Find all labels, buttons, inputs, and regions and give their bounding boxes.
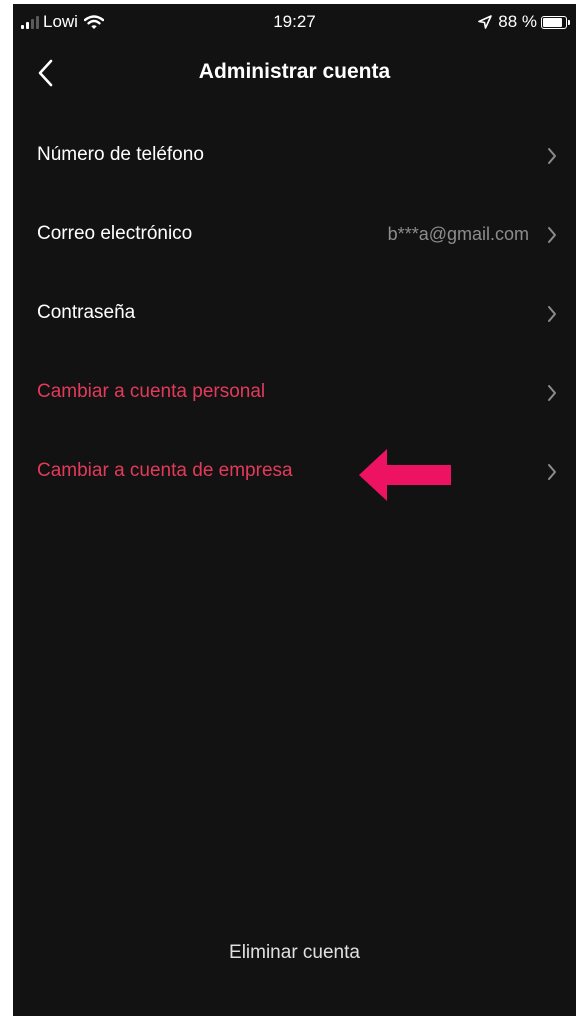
- row-phone-number[interactable]: Número de teléfono: [13, 128, 576, 184]
- chevron-right-icon: [548, 148, 556, 164]
- delete-account-button[interactable]: Eliminar cuenta: [13, 942, 576, 964]
- chevron-right-icon: [548, 227, 556, 243]
- location-icon: [478, 15, 493, 29]
- email-value: b***a@gmail.com: [387, 224, 529, 244]
- battery-level: [543, 17, 563, 27]
- row-label: Cambiar a cuenta de empresa: [37, 460, 293, 481]
- row-label: Número de teléfono: [37, 144, 204, 165]
- chevron-right-icon: [548, 464, 556, 480]
- phone-screen: Lowi 19:27 88 % Administrar cuenta Númer…: [13, 4, 576, 1016]
- row-label: Correo electrónico: [37, 223, 193, 244]
- chevron-right-icon: [548, 385, 556, 401]
- arrow-left-icon: [359, 449, 451, 501]
- page-title: Administrar cuenta: [198, 60, 391, 83]
- battery-percentage: 88 %: [498, 12, 537, 31]
- status-bar: Lowi 19:27 88 %: [13, 4, 576, 38]
- row-switch-personal-account[interactable]: Cambiar a cuenta personal: [13, 365, 576, 421]
- row-email[interactable]: Correo electrónico b***a@gmail.com: [13, 207, 576, 263]
- battery-icon: [541, 15, 567, 29]
- row-switch-business-account[interactable]: Cambiar a cuenta de empresa: [13, 444, 576, 500]
- row-password[interactable]: Contraseña: [13, 286, 576, 342]
- battery-cap: [568, 19, 570, 25]
- row-label: Contraseña: [37, 302, 136, 323]
- row-label: Cambiar a cuenta personal: [37, 381, 266, 402]
- navigation-header: Administrar cuenta: [13, 44, 576, 100]
- status-bar-right: 88 %: [478, 12, 570, 32]
- chevron-right-icon: [548, 306, 556, 322]
